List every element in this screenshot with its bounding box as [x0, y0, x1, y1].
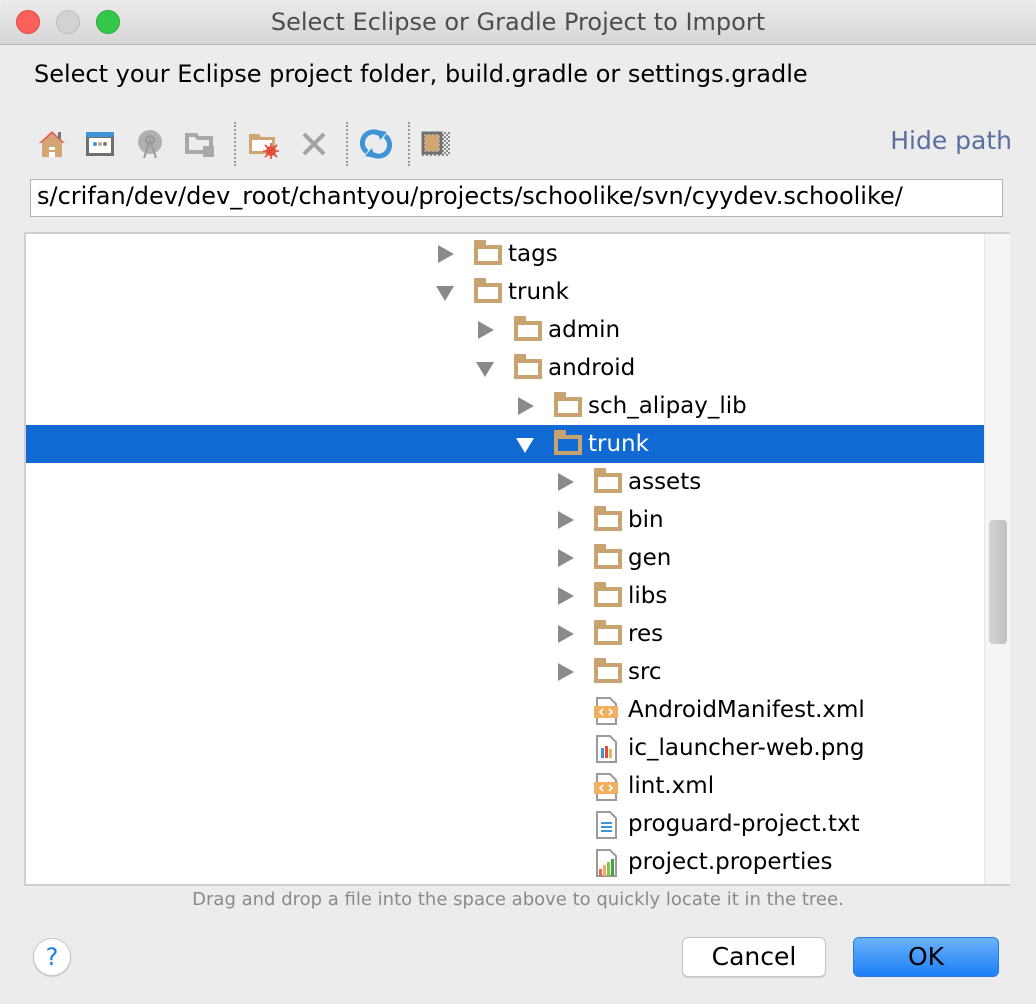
folder-icon — [594, 506, 622, 531]
tree-row[interactable]: libs — [26, 577, 986, 615]
cancel-button[interactable]: Cancel — [682, 937, 826, 977]
tree-row[interactable]: lint.xml — [26, 767, 986, 805]
tree-row[interactable]: sch_alipay_lib — [26, 387, 986, 425]
folder-icon — [594, 468, 622, 493]
drag-drop-hint: Drag and drop a file into the space abov… — [192, 889, 844, 910]
tree-row-label: bin — [628, 507, 664, 533]
tree-row-label: gen — [628, 545, 672, 571]
tree-row-label: admin — [548, 317, 621, 343]
folder-icon — [474, 278, 502, 303]
expand-arrow-right-icon[interactable] — [556, 653, 576, 691]
tree-row[interactable]: tags — [26, 235, 986, 273]
ok-button[interactable]: OK — [853, 937, 999, 977]
tree-row-label: src — [628, 659, 662, 685]
tree-row-selected[interactable]: trunk — [26, 425, 986, 463]
android-studio-project-icon[interactable] — [132, 126, 168, 162]
folder-icon — [594, 620, 622, 645]
tree-row[interactable]: trunk — [26, 273, 986, 311]
tree-row[interactable]: ic_launcher-web.png — [26, 729, 986, 767]
properties-file-icon — [594, 849, 620, 877]
toolbar — [32, 122, 1012, 166]
folder-icon — [474, 240, 502, 265]
folder-icon — [594, 658, 622, 683]
tree-row[interactable]: admin — [26, 311, 986, 349]
scrollbar-thumb[interactable] — [989, 520, 1007, 644]
expand-arrow-right-icon[interactable] — [516, 387, 536, 425]
expand-arrow-right-icon[interactable] — [556, 539, 576, 577]
instruction-text: Select your Eclipse project folder, buil… — [34, 60, 808, 88]
tree-row[interactable]: project.properties — [26, 843, 986, 881]
tree-row-label: res — [628, 621, 664, 647]
tree-row-label: project.properties — [628, 849, 833, 875]
expand-arrow-down-icon[interactable] — [476, 349, 496, 387]
help-button[interactable]: ? — [33, 938, 71, 976]
tree-row-label: ic_launcher-web.png — [628, 735, 865, 761]
expand-arrow-down-icon[interactable] — [516, 425, 536, 463]
desktop-icon[interactable] — [82, 126, 118, 162]
tree-row[interactable]: proguard-project.txt — [26, 805, 986, 843]
window-title: Select Eclipse or Gradle Project to Impo… — [270, 8, 766, 36]
path-input[interactable]: s/crifan/dev/dev_root/chantyou/projects/… — [30, 179, 1003, 217]
tree-row-label: AndroidManifest.xml — [628, 697, 865, 723]
tree-row[interactable]: bin — [26, 501, 986, 539]
expand-arrow-right-icon[interactable] — [556, 463, 576, 501]
tree-row[interactable]: assets — [26, 463, 986, 501]
folder-icon — [554, 430, 582, 455]
expand-arrow-right-icon[interactable] — [556, 501, 576, 539]
expand-arrow-right-icon[interactable] — [476, 311, 496, 349]
xml-file-icon — [594, 697, 620, 725]
expand-arrow-down-icon[interactable] — [436, 273, 456, 311]
show-hidden-icon[interactable] — [418, 126, 454, 162]
text-file-icon — [594, 811, 620, 839]
tree-row-label: lint.xml — [628, 773, 715, 799]
image-file-icon — [594, 735, 620, 763]
tree-row[interactable]: android — [26, 349, 986, 387]
toolbar-separator — [234, 122, 236, 166]
tree-row-label: trunk — [508, 279, 569, 305]
refresh-icon[interactable] — [358, 126, 394, 162]
tree-row-label: assets — [628, 469, 702, 495]
tree-row-label: trunk — [588, 431, 649, 457]
tree-row[interactable]: src — [26, 653, 986, 691]
xml-file-icon — [594, 773, 620, 801]
path-value: s/crifan/dev/dev_root/chantyou/projects/… — [37, 182, 903, 210]
folder-icon — [594, 582, 622, 607]
tree-row-label: proguard-project.txt — [628, 811, 860, 837]
folder-icon — [514, 354, 542, 379]
expand-arrow-right-icon[interactable] — [556, 577, 576, 615]
folder-icon — [514, 316, 542, 341]
hide-path-link[interactable]: Hide path — [890, 126, 1012, 155]
tree-row[interactable]: AndroidManifest.xml — [26, 691, 986, 729]
folder-icon — [554, 392, 582, 417]
title-bar: Select Eclipse or Gradle Project to Impo… — [0, 0, 1036, 45]
import-project-dialog: Select Eclipse or Gradle Project to Impo… — [0, 0, 1036, 1004]
toolbar-separator — [408, 122, 410, 166]
tree-scrollbar[interactable] — [984, 234, 1010, 884]
module-folder-icon[interactable] — [182, 126, 218, 162]
tree-row[interactable]: res — [26, 615, 986, 653]
tree-row-label: sch_alipay_lib — [588, 393, 747, 419]
delete-icon[interactable] — [296, 126, 332, 162]
tree-row-label: libs — [628, 583, 668, 609]
toolbar-separator — [346, 122, 348, 166]
folder-icon — [594, 544, 622, 569]
expand-arrow-right-icon[interactable] — [436, 235, 456, 273]
tree-row-label: android — [548, 355, 636, 381]
file-tree[interactable]: tags trunk admin android sch_alipay_lib trunk… — [24, 232, 1010, 886]
tree-row[interactable]: gen — [26, 539, 986, 577]
home-icon[interactable] — [34, 126, 70, 162]
expand-arrow-right-icon[interactable] — [556, 615, 576, 653]
tree-row-label: tags — [508, 241, 558, 267]
new-folder-icon[interactable] — [246, 126, 282, 162]
